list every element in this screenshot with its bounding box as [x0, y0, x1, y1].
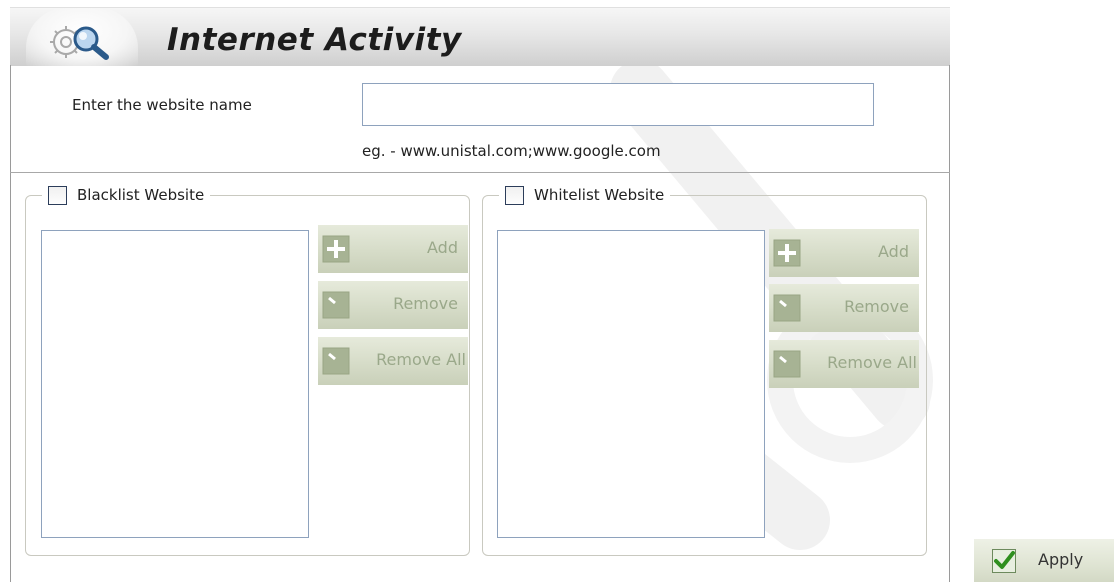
remove-icon — [322, 291, 350, 319]
blacklist-remove-button[interactable]: Remove — [318, 281, 468, 329]
apply-button[interactable]: Apply — [974, 539, 1114, 582]
plus-icon — [773, 239, 801, 267]
whitelist-add-button[interactable]: Add — [769, 229, 919, 277]
section-divider — [10, 172, 950, 173]
blacklist-add-label: Add — [427, 238, 458, 257]
remove-icon — [773, 294, 801, 322]
header-bar: Internet Activity — [10, 7, 950, 66]
blacklist-remove-all-button[interactable]: Remove All — [318, 337, 468, 385]
checkmark-icon — [992, 549, 1016, 573]
website-name-hint: eg. - www.unistal.com;www.google.com — [362, 142, 661, 160]
blacklist-remove-label: Remove — [393, 294, 458, 313]
whitelist-remove-all-label: Remove All — [827, 353, 917, 372]
blacklist-checkbox[interactable] — [48, 185, 67, 205]
plus-icon — [322, 235, 350, 263]
whitelist-listbox[interactable] — [497, 230, 765, 538]
blacklist-remove-all-label: Remove All — [376, 350, 466, 369]
whitelist-add-label: Add — [878, 242, 909, 261]
whitelist-legend: Whitelist Website — [499, 183, 671, 207]
whitelist-remove-all-button[interactable]: Remove All — [769, 340, 919, 388]
page-title: Internet Activity — [167, 22, 462, 58]
blacklist-legend: Blacklist Website — [42, 183, 211, 207]
blacklist-checkbox-label[interactable]: Blacklist Website — [77, 186, 204, 204]
remove-all-icon — [773, 350, 801, 378]
whitelist-checkbox[interactable] — [505, 185, 524, 205]
whitelist-remove-button[interactable]: Remove — [769, 284, 919, 332]
gear-search-icon — [50, 26, 109, 60]
remove-all-icon — [322, 347, 350, 375]
website-name-label: Enter the website name — [72, 96, 252, 114]
whitelist-checkbox-label[interactable]: Whitelist Website — [534, 186, 664, 204]
apply-label: Apply — [1038, 550, 1084, 569]
whitelist-remove-label: Remove — [844, 297, 909, 316]
blacklist-listbox[interactable] — [41, 230, 309, 538]
blacklist-add-button[interactable]: Add — [318, 225, 468, 273]
website-name-input[interactable] — [362, 83, 874, 126]
